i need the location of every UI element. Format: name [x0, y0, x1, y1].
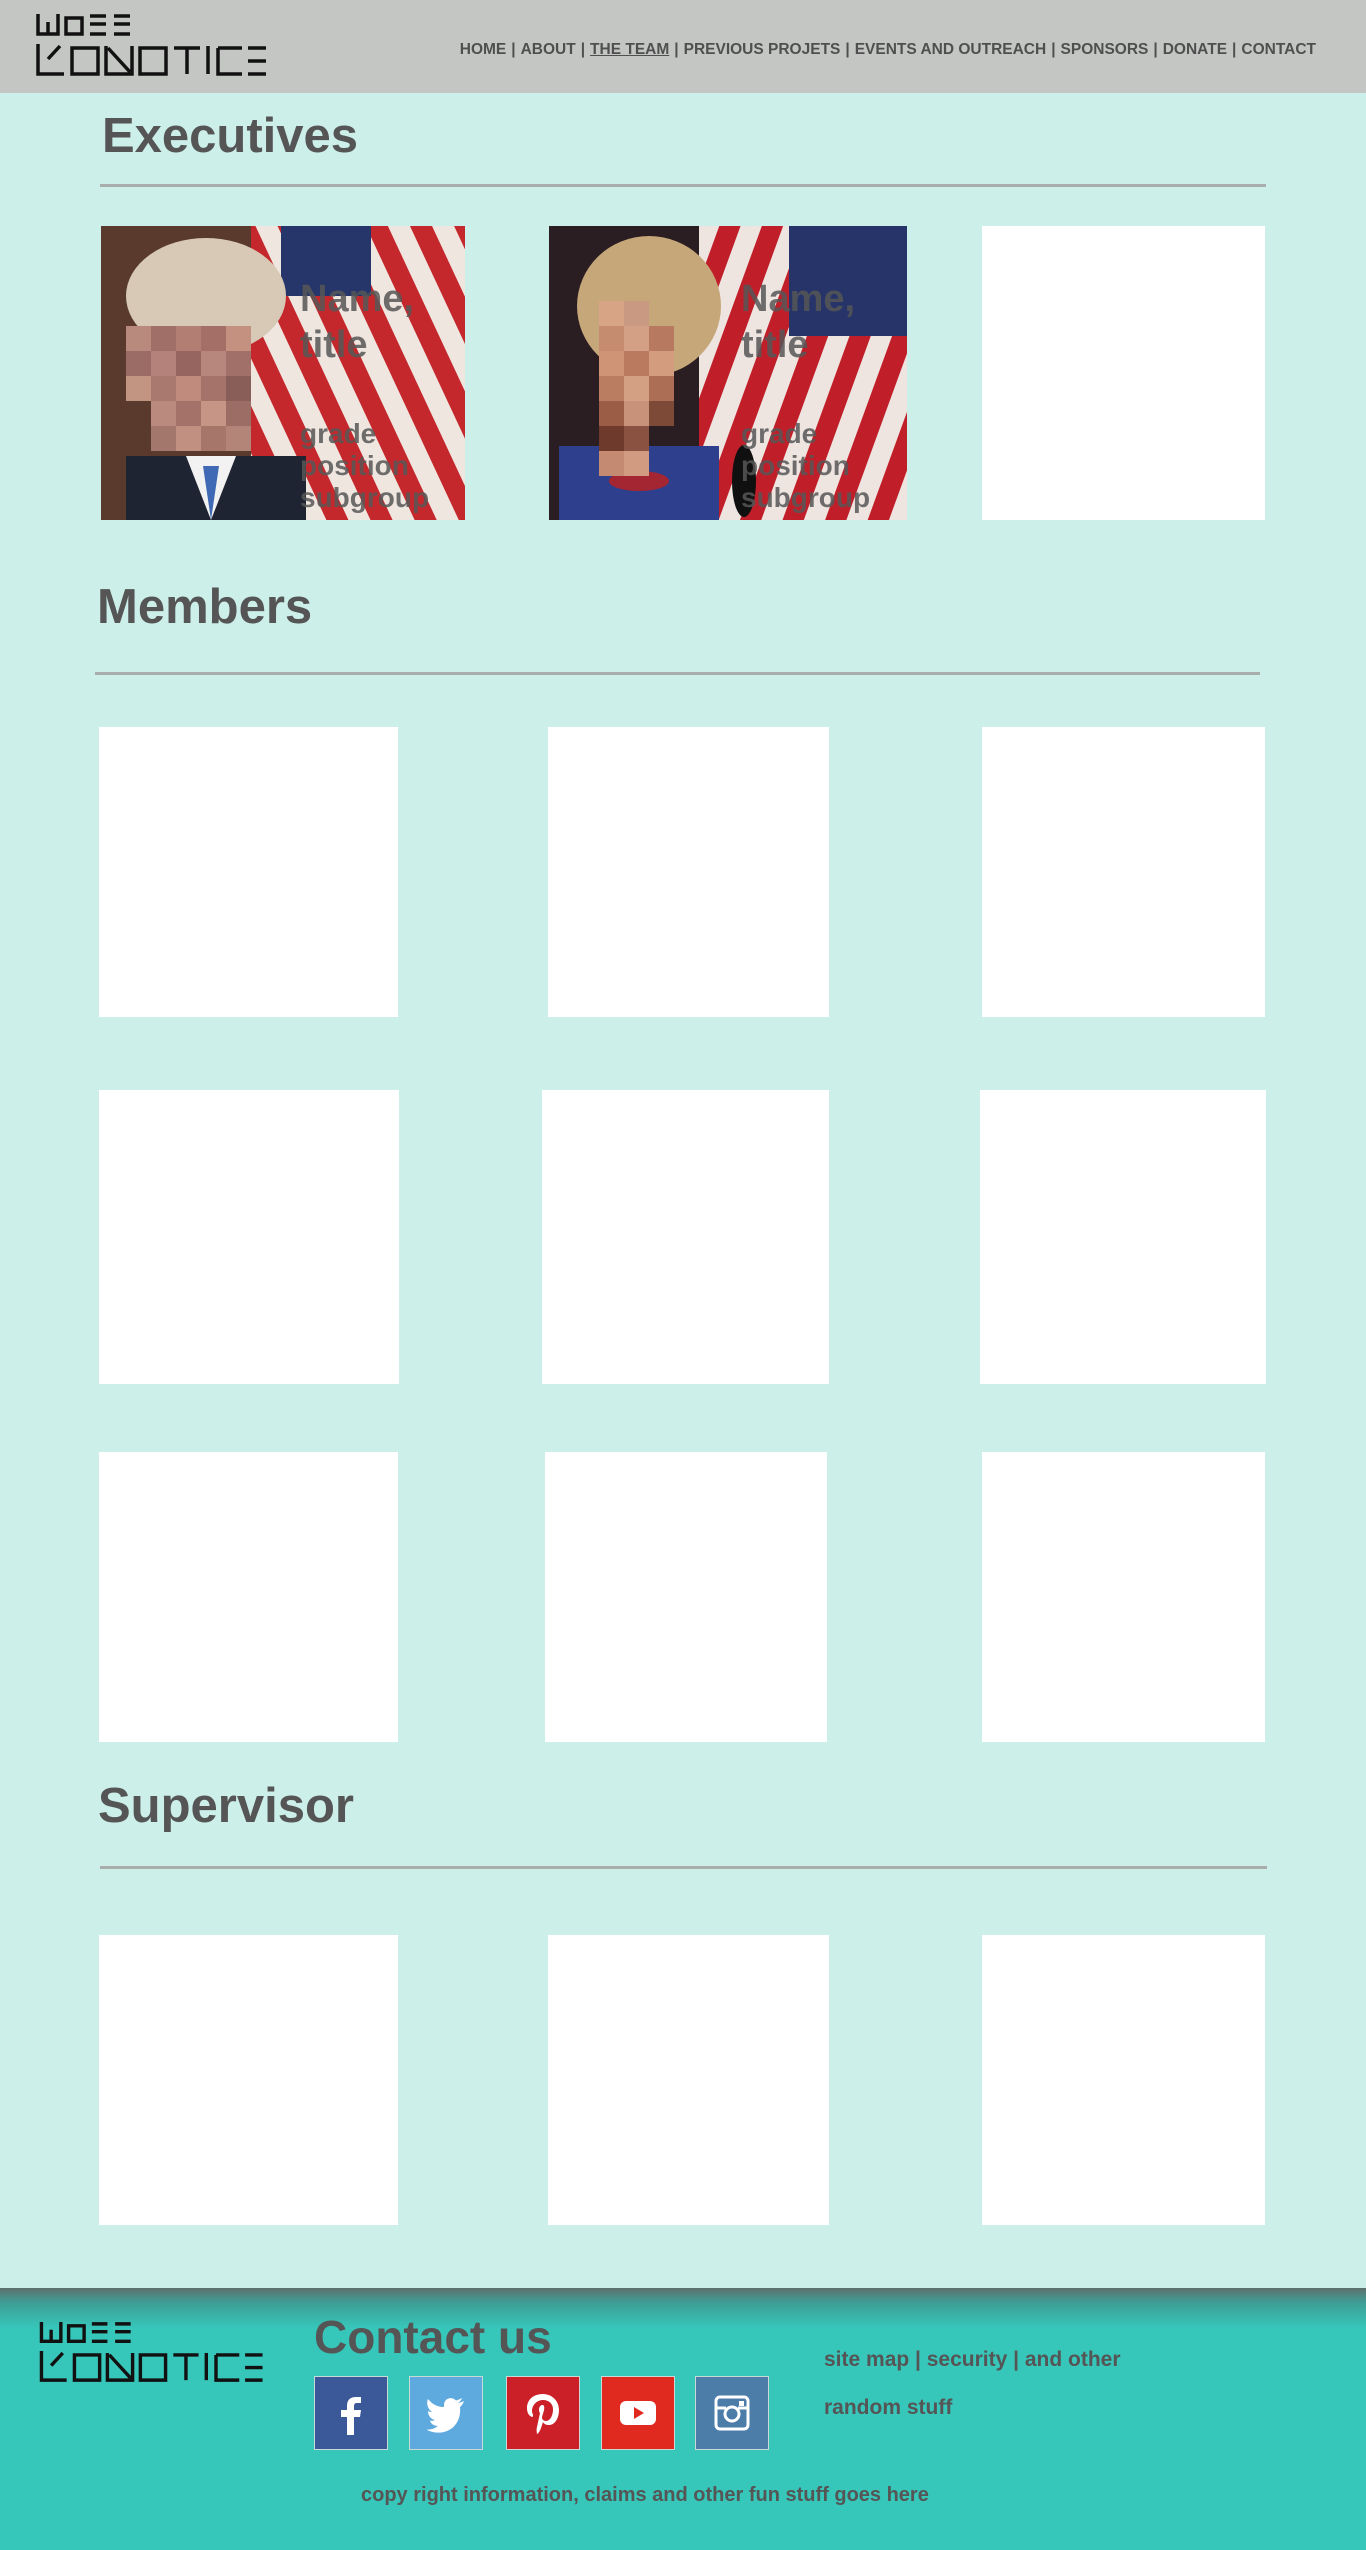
supervisor-divider [100, 1866, 1267, 1869]
member-card-8[interactable] [545, 1452, 827, 1742]
executives-divider [100, 184, 1266, 187]
member-card-5[interactable] [542, 1090, 829, 1384]
nav-separator: | [580, 41, 586, 58]
executive-1-title: title [300, 324, 368, 366]
executive-2-position: position [741, 450, 850, 481]
footer-links-line-1[interactable]: site map | security | and other [824, 2336, 1164, 2384]
footer-logo-graphic [39, 2321, 263, 2382]
executive-2-grade: grade [741, 418, 818, 449]
nav-separator: | [1051, 41, 1056, 58]
twitter-icon[interactable] [409, 2376, 483, 2450]
site-footer: Contact us site map | security | and oth… [0, 2288, 1366, 2550]
members-heading: Members [97, 580, 313, 634]
main-nav: HOME | ABOUT | THE TEAM | PREVIOUS PROJETS | EVE… [460, 41, 1316, 59]
executive-card-2[interactable]: Name, title grade position subgroup [549, 226, 907, 520]
nav-link-sponsors[interactable]: SPONSORS [1061, 41, 1149, 58]
facebook-icon[interactable] [314, 2376, 388, 2450]
nav-link-home[interactable]: HOME [460, 41, 507, 58]
footer-links: site map | security | and other random s… [824, 2336, 1164, 2432]
nav-separator: | [845, 41, 850, 58]
supervisor-heading: Supervisor [98, 1779, 354, 1833]
executive-card-placeholder[interactable] [982, 226, 1265, 520]
executive-1-grade: grade [300, 418, 377, 449]
member-card-2[interactable] [548, 727, 829, 1017]
executive-2-title: title [741, 324, 809, 366]
nav-separator: | [1153, 41, 1158, 58]
member-card-4[interactable] [99, 1090, 399, 1384]
footer-logo[interactable] [36, 2320, 268, 2384]
members-divider [95, 672, 1260, 675]
nav-link-the-team[interactable]: THE TEAM [590, 41, 669, 58]
nav-link-previous-projets[interactable]: PREVIOUS PROJETS [684, 41, 841, 58]
nav-link-events-and-outreach[interactable]: EVENTS AND OUTREACH [855, 41, 1046, 58]
executive-1-subgroup: subgroup [300, 482, 430, 513]
member-card-6[interactable] [980, 1090, 1266, 1384]
member-card-7[interactable] [99, 1452, 398, 1742]
logo-graphic [36, 14, 266, 76]
executive-2-name: Name, [741, 278, 856, 320]
supervisor-card-1[interactable] [99, 1935, 398, 2225]
pinterest-icon[interactable] [506, 2376, 580, 2450]
executive-1-position: position [300, 450, 409, 481]
supervisor-card-3[interactable] [982, 1935, 1265, 2225]
member-card-3[interactable] [982, 727, 1265, 1017]
nav-link-about[interactable]: ABOUT [521, 41, 576, 58]
contact-heading: Contact us [314, 2311, 552, 2363]
nav-link-donate[interactable]: DONATE [1163, 41, 1227, 58]
nav-separator: | [511, 41, 516, 58]
site-header: HOME | ABOUT | THE TEAM | PREVIOUS PROJETS | EVE… [0, 0, 1366, 93]
nav-separator: | [1232, 41, 1237, 58]
nav-link-contact[interactable]: CONTACT [1241, 41, 1316, 58]
nav-separator: | [674, 41, 679, 58]
instagram-icon[interactable] [695, 2376, 769, 2450]
youtube-icon[interactable] [601, 2376, 675, 2450]
executive-1-name: Name, [300, 278, 415, 320]
member-card-9[interactable] [982, 1452, 1265, 1742]
member-card-1[interactable] [99, 727, 398, 1017]
executive-card-1[interactable]: Name, title grade position subgroup [101, 226, 465, 520]
supervisor-card-2[interactable] [548, 1935, 829, 2225]
executive-2-subgroup: subgroup [741, 482, 871, 513]
site-logo[interactable] [36, 12, 268, 78]
copyright-text: copy right information, claims and other… [361, 2484, 929, 2506]
footer-links-line-2[interactable]: random stuff [824, 2384, 1164, 2432]
executives-heading: Executives [102, 109, 359, 163]
